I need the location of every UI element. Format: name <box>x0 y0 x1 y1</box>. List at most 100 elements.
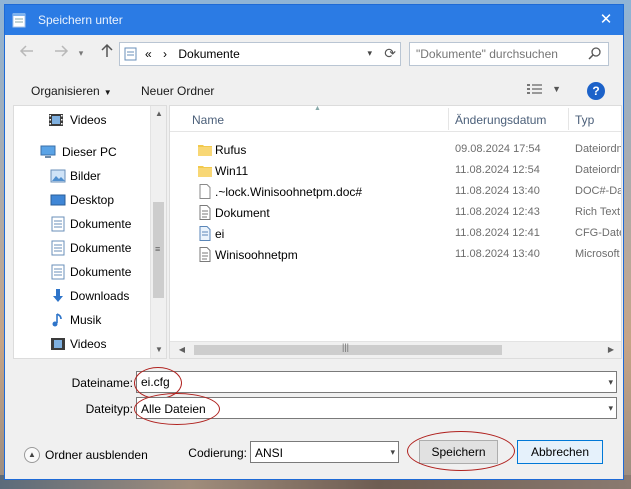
file-name: Winisoohnetpm <box>215 248 298 262</box>
search-input[interactable] <box>416 47 576 61</box>
file-list-scrollbar[interactable]: ◀ ||| ▶ <box>170 341 621 358</box>
documents-icon <box>51 240 65 256</box>
sidebar-item-videos[interactable]: Videos <box>14 108 154 132</box>
address-bar[interactable]: « › Dokumente ▾ ⟳ <box>119 42 401 66</box>
videos-icon <box>51 338 65 350</box>
sidebar-item-documents[interactable]: Dokumente <box>14 260 154 284</box>
file-list[interactable]: ▲ Name Änderungsdatum Typ Rufus 09.08.20… <box>169 105 622 359</box>
address-dropdown-icon[interactable]: ▾ <box>367 48 372 59</box>
sidebar-item-label: Desktop <box>70 193 115 207</box>
up-button[interactable] <box>97 43 117 63</box>
encoding-dropdown[interactable]: ANSI ▾ <box>250 441 399 463</box>
chevron-down-icon[interactable]: ▾ <box>608 403 613 414</box>
documents-folder-icon <box>124 47 137 61</box>
file-name: Rufus <box>215 143 247 157</box>
filename-input[interactable] <box>141 375 581 389</box>
sidebar-item-label: Dokumente <box>70 241 132 255</box>
command-bar: Organisieren ▼ Neuer Ordner ▼ ? <box>5 75 623 107</box>
sidebar-item-videos[interactable]: Videos <box>14 332 154 356</box>
file-type: CFG-Date <box>575 227 622 239</box>
breadcrumb-current[interactable]: Dokumente <box>178 47 239 61</box>
navigation-scrollbar[interactable]: ▲ ≡ ▼ <box>150 106 166 358</box>
filetype-dropdown[interactable]: Alle Dateien ▾ <box>136 397 617 419</box>
save-button[interactable]: Speichern <box>419 440 498 464</box>
desktop-icon <box>50 194 66 206</box>
file-name: Dokument <box>215 206 270 220</box>
recent-locations-button[interactable]: ▾ <box>75 43 87 63</box>
close-button[interactable]: ✕ <box>595 9 617 31</box>
sidebar-item-documents[interactable]: Dokumente <box>14 236 154 260</box>
sidebar-item-downloads[interactable]: Downloads <box>14 284 154 308</box>
sidebar-item-music[interactable]: Musik <box>14 308 154 332</box>
config-file-icon <box>199 226 211 241</box>
back-button[interactable] <box>17 43 37 63</box>
forward-button[interactable] <box>51 43 71 63</box>
organize-label: Organisieren <box>31 84 100 98</box>
new-folder-button[interactable]: Neuer Ordner <box>141 84 214 98</box>
table-row[interactable]: Winisoohnetpm 11.08.2024 13:40 Microsoft <box>170 244 621 265</box>
forward-arrow-icon <box>55 45 69 57</box>
downloads-icon <box>53 289 63 302</box>
refresh-icon[interactable]: ⟳ <box>384 45 396 62</box>
file-type: Rich Text <box>575 206 621 218</box>
column-header-date[interactable]: Änderungsdatum <box>455 113 546 127</box>
view-options-dropdown[interactable]: ▼ <box>552 84 561 94</box>
filename-combobox[interactable]: ▾ <box>136 371 617 393</box>
table-row[interactable]: Win11 11.08.2024 12:54 Dateiordn <box>170 160 621 181</box>
file-name: ei <box>215 227 225 241</box>
navigation-pane[interactable]: Videos Dieser PC Bilder Desktop Dokument… <box>13 105 167 359</box>
scroll-up-icon[interactable]: ▲ <box>151 106 166 122</box>
scroll-down-icon[interactable]: ▼ <box>151 342 166 358</box>
up-arrow-icon <box>101 43 113 57</box>
scroll-right-icon[interactable]: ▶ <box>603 342 619 358</box>
table-row[interactable]: ei 11.08.2024 12:41 CFG-Date <box>170 223 621 244</box>
grip-icon: ≡ <box>155 244 161 254</box>
file-name: Win11 <box>215 164 249 178</box>
sidebar-item-label: Bilder <box>70 169 101 183</box>
column-header-row: ▲ Name Änderungsdatum Typ <box>170 106 621 132</box>
change-view-button[interactable] <box>527 83 543 98</box>
breadcrumb-overflow[interactable]: « <box>145 47 152 61</box>
cancel-button[interactable]: Abbrechen <box>517 440 603 464</box>
column-divider[interactable] <box>448 108 449 130</box>
documents-icon <box>51 216 65 232</box>
table-row[interactable]: Dokument 11.08.2024 12:43 Rich Text <box>170 202 621 223</box>
chevron-down-icon[interactable]: ▾ <box>390 447 395 458</box>
sort-ascending-icon: ▲ <box>314 105 321 112</box>
file-name: .~lock.Winisoohnetpm.doc# <box>215 185 363 199</box>
wordpad-file-icon <box>199 205 211 220</box>
file-date: 11.08.2024 13:40 <box>455 185 540 197</box>
breadcrumb-separator[interactable]: › <box>163 47 167 61</box>
search-box[interactable] <box>409 42 609 66</box>
column-header-name[interactable]: Name <box>192 113 224 127</box>
title-bar[interactable]: Speichern unter ✕ <box>5 5 623 35</box>
file-date: 11.08.2024 12:41 <box>455 227 540 239</box>
table-row[interactable]: .~lock.Winisoohnetpm.doc# 11.08.2024 13:… <box>170 181 621 202</box>
sidebar-item-label: Downloads <box>70 289 130 303</box>
help-button[interactable]: ? <box>587 82 605 100</box>
column-header-type[interactable]: Typ <box>575 113 594 127</box>
chevron-down-icon: ▾ <box>78 48 84 58</box>
filetype-label: Dateityp: <box>85 402 133 416</box>
chevron-up-icon: ▲ <box>24 447 40 463</box>
hide-folders-label: Ordner ausblenden <box>45 448 148 462</box>
wordpad-file-icon <box>199 247 211 262</box>
sidebar-item-pictures[interactable]: Bilder <box>14 164 154 188</box>
sidebar-item-desktop[interactable]: Desktop <box>14 188 154 212</box>
sidebar-item-label: Videos <box>70 337 107 351</box>
music-icon <box>52 313 62 327</box>
file-date: 11.08.2024 12:54 <box>455 164 540 176</box>
sidebar-item-documents[interactable]: Dokumente <box>14 212 154 236</box>
encoding-label: Codierung: <box>188 446 247 460</box>
column-divider[interactable] <box>568 108 569 130</box>
organize-menu[interactable]: Organisieren ▼ <box>31 84 112 98</box>
scroll-left-icon[interactable]: ◀ <box>174 342 190 358</box>
sidebar-item-label: Dokumente <box>70 217 132 231</box>
chevron-down-icon[interactable]: ▾ <box>608 377 613 388</box>
pictures-icon <box>50 169 66 183</box>
file-type: Dateiordn <box>575 143 622 155</box>
file-type: Microsoft <box>575 248 620 260</box>
table-row[interactable]: Rufus 09.08.2024 17:54 Dateiordn <box>170 139 621 160</box>
sidebar-item-this-pc[interactable]: Dieser PC <box>14 140 154 164</box>
search-icon[interactable] <box>588 46 602 60</box>
